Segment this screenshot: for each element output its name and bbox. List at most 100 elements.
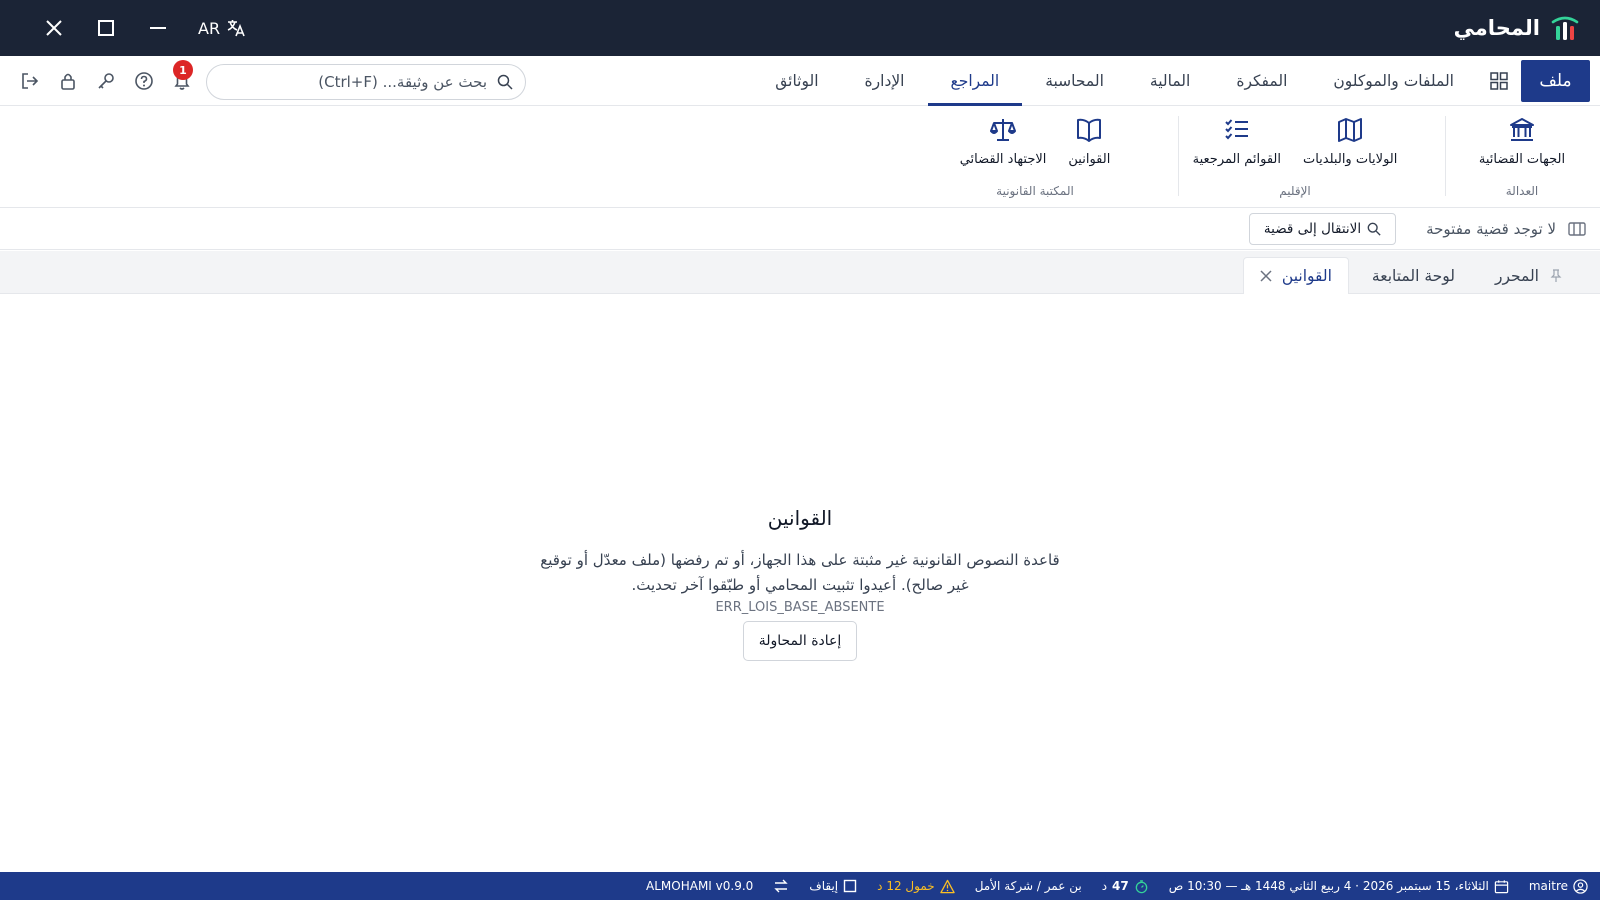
ribbon-group-label: العدالة	[1505, 184, 1539, 198]
tab-dashboard[interactable]: لوحة المتابعة	[1355, 257, 1472, 294]
window-controls: AR	[28, 14, 246, 42]
case-folder-icon	[1568, 222, 1586, 236]
tab-editor-label: المحرر	[1494, 267, 1539, 285]
tab-references[interactable]: المراجع	[927, 56, 1023, 106]
laws-button[interactable]: القوانين	[1068, 116, 1110, 167]
file-menu-button[interactable]: ملف	[1521, 60, 1590, 102]
notifications-button[interactable]: 1	[170, 60, 194, 93]
status-idle-text: خمول 12 د	[877, 879, 935, 893]
key-icon	[98, 73, 114, 89]
menu-bar: ملف الملفات والموكلون المفكرة المالية ال…	[0, 56, 1600, 106]
close-tab-button[interactable]	[1260, 270, 1272, 282]
reference-lists-button[interactable]: القوائم المرجعية	[1193, 116, 1281, 167]
app-title: المحامي	[1453, 16, 1540, 40]
jurisprudence-button[interactable]: الاجتهاد القضائي	[959, 116, 1047, 167]
status-user[interactable]: maitre	[1528, 878, 1588, 894]
status-stop-label: إيقاف	[809, 879, 839, 893]
reference-lists-label: القوائم المرجعية	[1192, 152, 1281, 167]
maximize-icon	[98, 20, 114, 36]
status-timer-value: 47	[1112, 879, 1129, 893]
status-timer[interactable]: 47 د	[1102, 879, 1149, 894]
laws-label: القوانين	[1068, 152, 1111, 167]
status-user-name: maitre	[1528, 879, 1568, 893]
title-bar: المحامي AR	[0, 0, 1600, 56]
tab-files-clients[interactable]: الملفات والموكلون	[1310, 56, 1477, 106]
help-button[interactable]	[132, 69, 156, 93]
search-input[interactable]	[217, 73, 487, 91]
tab-finance[interactable]: المالية	[1127, 56, 1213, 106]
language-switcher[interactable]: AR	[198, 18, 246, 38]
book-icon	[1077, 118, 1102, 142]
tab-documents[interactable]: الوثائق	[752, 56, 841, 106]
jurisprudence-label: الاجتهاد القضائي	[959, 152, 1047, 167]
tab-dashboard-label: لوحة المتابعة	[1371, 267, 1455, 285]
notification-badge: 1	[173, 60, 193, 80]
checklist-icon	[1225, 119, 1248, 140]
lock-icon	[61, 73, 75, 90]
tab-agenda[interactable]: المفكرة	[1213, 56, 1310, 106]
retry-button[interactable]: إعادة المحاولة	[743, 621, 857, 661]
apps-grid-button[interactable]	[1477, 56, 1521, 106]
calendar-icon	[1494, 879, 1509, 893]
tab-accounting[interactable]: المحاسبة	[1022, 56, 1127, 106]
logout-button[interactable]	[18, 69, 42, 93]
status-sync-button[interactable]	[773, 878, 789, 894]
help-icon	[135, 72, 153, 90]
menu-tabs: ملف الملفات والموكلون المفكرة المالية ال…	[752, 56, 1600, 106]
status-office-text: بن عمر / شركة الأمل	[974, 879, 1082, 893]
document-tabs-bar: المحرر لوحة المتابعة القوانين	[0, 251, 1600, 294]
ribbon-divider	[1445, 116, 1446, 196]
search-icon	[497, 74, 513, 90]
document-tabs: المحرر لوحة المتابعة القوانين	[1242, 257, 1580, 294]
close-window-button[interactable]	[28, 14, 80, 42]
user-icon	[1573, 878, 1588, 894]
ribbon-group-territory: الولايات والبلديات القوائم المرجعية الإق…	[1170, 116, 1420, 202]
grid-icon	[1490, 72, 1508, 90]
error-title: القوانين	[767, 506, 833, 530]
main-content: القوانين قاعدة النصوص القانونية غير مثبت…	[0, 294, 1600, 872]
status-date: الثلاثاء، 15 سبتمبر 2026 · 4 ربيع الثاني…	[1169, 879, 1509, 894]
status-version: ALMOHAMI v0.9.0	[646, 879, 753, 893]
key-button[interactable]	[94, 69, 118, 93]
ribbon-toolbar: الجهات القضائية العدالة الولايات والبلدي…	[0, 106, 1600, 208]
status-office: بن عمر / شركة الأمل	[975, 879, 1082, 893]
minimize-icon	[150, 27, 166, 29]
error-message: قاعدة النصوص القانونية غير مثبتة على هذا…	[540, 551, 1060, 594]
status-stop-button[interactable]: إيقاف	[809, 879, 857, 893]
pin-icon	[1550, 269, 1562, 282]
ribbon-group-legal-library: القوانين الاجتهاد القضائي المكتبة القانو…	[910, 116, 1160, 202]
tab-laws-label: القوانين	[1281, 267, 1332, 285]
close-icon	[46, 20, 62, 36]
status-items: maitre الثلاثاء، 15 سبتمبر 2026 · 4 ربيع…	[626, 872, 1588, 900]
status-timer-unit: د	[1101, 879, 1108, 893]
search-icon	[1367, 222, 1381, 236]
minimize-window-button[interactable]	[132, 14, 184, 42]
courts-button[interactable]: الجهات القضائية	[1479, 116, 1565, 167]
goto-case-button[interactable]: الانتقال إلى قضية	[1249, 213, 1396, 245]
tab-editor[interactable]: المحرر	[1478, 257, 1580, 294]
states-municipalities-button[interactable]: الولايات والبلديات	[1303, 116, 1397, 167]
ribbon-group-label: المكتبة القانونية	[996, 184, 1074, 198]
sync-icon	[774, 879, 788, 893]
status-idle-warning: خمول 12 د	[877, 879, 955, 894]
no-open-case-text: لا توجد قضية مفتوحة	[1426, 220, 1556, 238]
status-bar: maitre الثلاثاء، 15 سبتمبر 2026 · 4 ربيع…	[0, 872, 1600, 900]
logout-icon	[22, 73, 39, 89]
ribbon-divider	[1178, 116, 1179, 196]
document-search	[206, 64, 526, 100]
tab-laws[interactable]: القوانين	[1242, 257, 1349, 294]
ribbon-group-label: الإقليم	[1279, 184, 1311, 198]
status-version-text: ALMOHAMI v0.9.0	[646, 879, 754, 893]
utility-icons: 1	[18, 60, 194, 93]
maximize-window-button[interactable]	[80, 14, 132, 42]
lock-button[interactable]	[56, 69, 80, 93]
warning-icon	[939, 879, 955, 893]
goto-case-label: الانتقال إلى قضية	[1263, 221, 1362, 237]
states-municipalities-label: الولايات والبلديات	[1302, 152, 1398, 167]
error-code: ERR_LOIS_BASE_ABSENTE	[715, 600, 885, 615]
stop-icon	[843, 879, 857, 893]
app-brand: المحامي	[1454, 12, 1580, 44]
status-date-text: الثلاثاء، 15 سبتمبر 2026 · 4 ربيع الثاني…	[1168, 879, 1489, 893]
translate-icon	[227, 20, 245, 37]
tab-administration[interactable]: الإدارة	[842, 56, 928, 106]
